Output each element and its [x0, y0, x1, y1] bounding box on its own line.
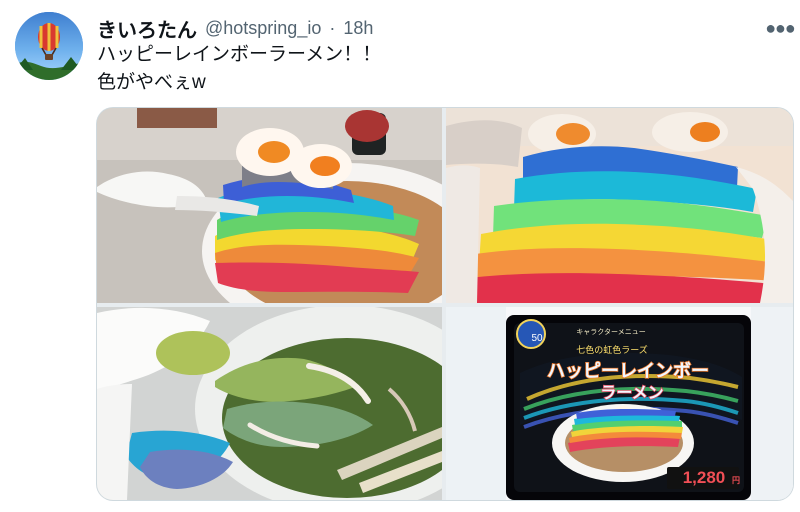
menu-main-title-line-2: ラーメン	[600, 385, 663, 402]
tweet-card[interactable]: きいろたん @hotspring_io · 18h ●●● ハッピーレインボーラ…	[0, 0, 800, 512]
menu-badge-text: 50	[531, 333, 543, 344]
menu-price: 1,280	[683, 468, 726, 487]
menu-small-title: キャラクターメニュー	[576, 327, 645, 336]
tweet-header: きいろたん @hotspring_io · 18h	[97, 14, 777, 42]
media-grid: 50 キャラクターメニュー 七色の虹色ラーズ ハッピーレインボー ラーメン 1,…	[97, 108, 793, 500]
media-photo-1[interactable]	[97, 108, 442, 303]
balloon-avatar-icon[interactable]	[15, 12, 83, 80]
tweet-text-line: 色がやべぇw	[97, 72, 206, 93]
menu-price-unit: 円	[732, 476, 740, 485]
media-photo-2[interactable]	[446, 108, 793, 303]
tweet-timestamp[interactable]: 18h	[343, 18, 373, 39]
menu-mid-title: 七色の虹色ラーズ	[576, 344, 648, 355]
display-name[interactable]: きいろたん	[97, 14, 197, 43]
tweet-screenshot: きいろたん @hotspring_io · 18h ●●● ハッピーレインボーラ…	[0, 0, 800, 512]
menu-main-title-line-1: ハッピーレインボー	[547, 361, 709, 381]
tweet-text: ハッピーレインボーラーメン！！ 色がやべぇw	[97, 41, 767, 97]
media-photo-4[interactable]: 50 キャラクターメニュー 七色の虹色ラーズ ハッピーレインボー ラーメン 1,…	[446, 307, 793, 500]
more-horizontal-icon: ●●●	[765, 17, 796, 38]
tweet-text-line: ハッピーレインボーラーメン！！	[97, 44, 382, 65]
username[interactable]: @hotspring_io	[205, 18, 321, 39]
header-separator: ·	[329, 17, 336, 38]
more-options-button[interactable]: ●●●	[764, 14, 796, 42]
media-photo-3[interactable]	[97, 307, 442, 500]
